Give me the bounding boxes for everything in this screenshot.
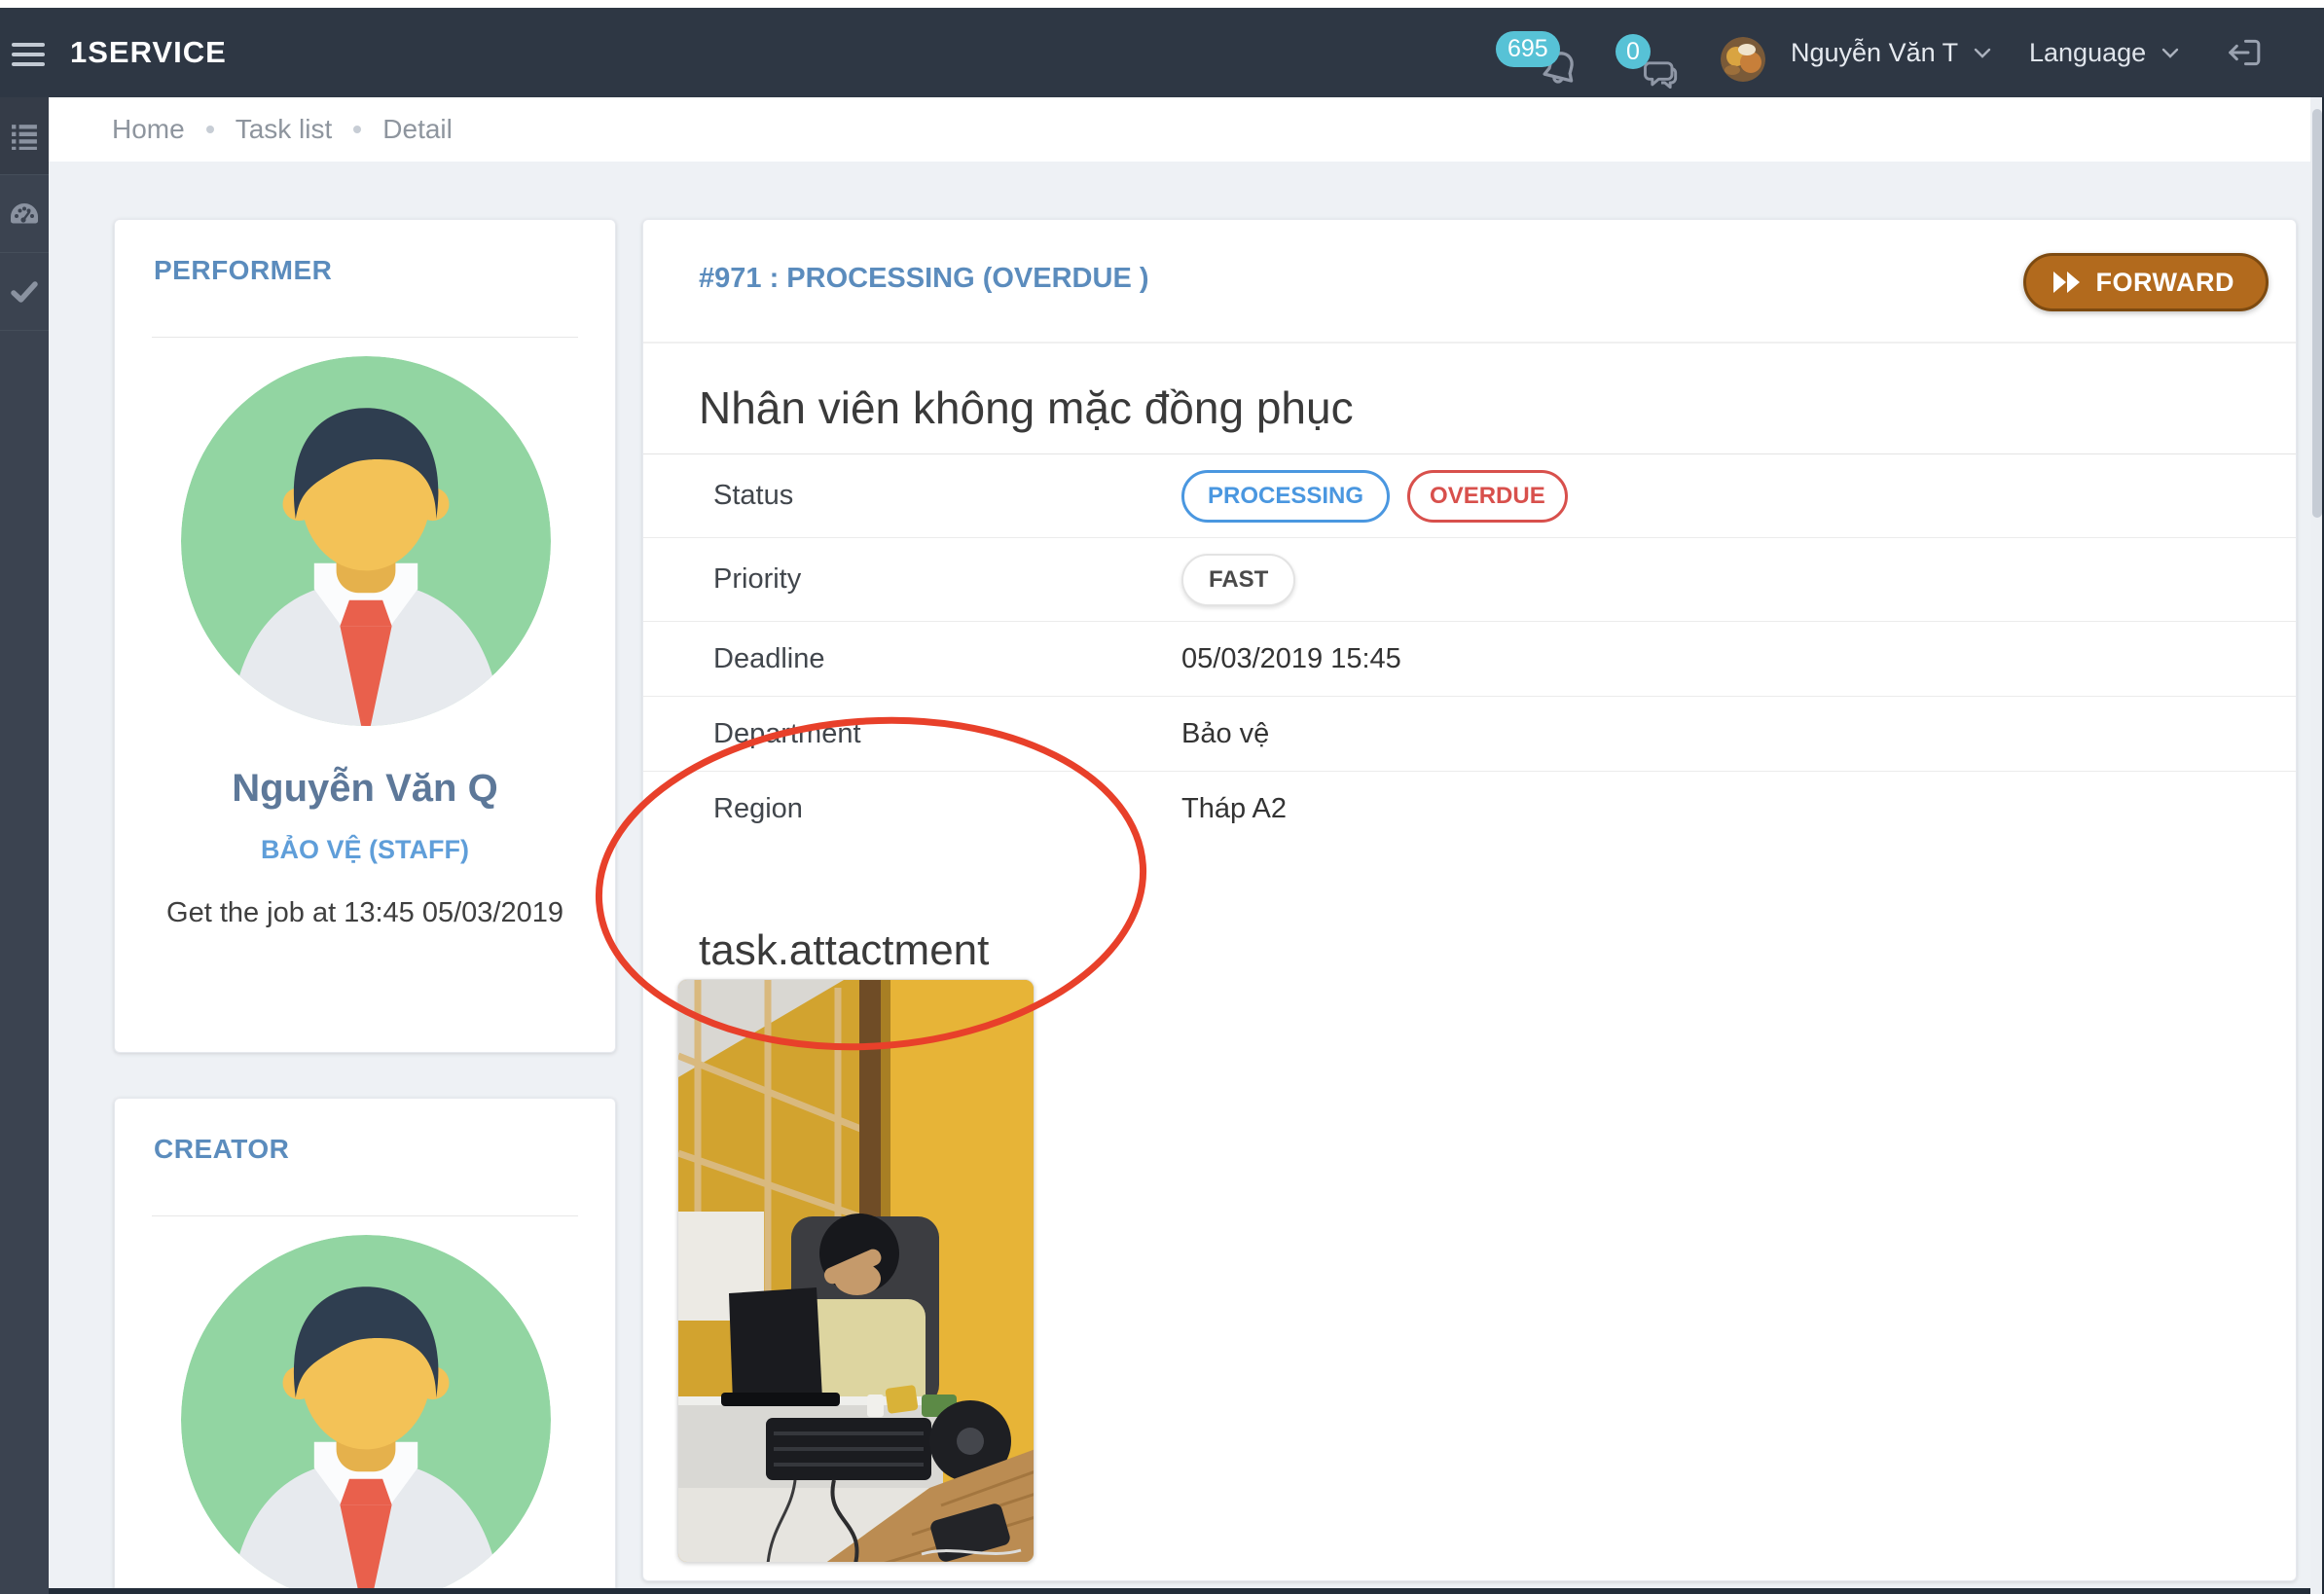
language-menu[interactable]: Language xyxy=(2029,8,2179,97)
sidebar-item-dashboard[interactable] xyxy=(0,175,49,253)
deadline-value: 05/03/2019 15:45 xyxy=(1181,643,1401,675)
performer-role: BẢO VỆ (STAFF) xyxy=(115,835,615,865)
user-name: Nguyễn Văn T xyxy=(1791,38,1958,68)
priority-badge-fast: FAST xyxy=(1181,554,1295,606)
forward-button-label: FORWARD xyxy=(2096,268,2235,298)
attachment-heading: task.attactment xyxy=(699,926,989,975)
left-sidebar xyxy=(0,97,49,1594)
task-fields-table: Status PROCESSING OVERDUE Priority FAST … xyxy=(643,453,2296,847)
user-avatar[interactable] xyxy=(1721,37,1765,82)
field-label: Priority xyxy=(643,563,1181,596)
breadcrumb-detail: Detail xyxy=(382,114,453,145)
scrollbar-thumb[interactable] xyxy=(2312,109,2322,518)
forward-button[interactable]: FORWARD xyxy=(2023,253,2270,311)
performer-card-title: PERFORMER xyxy=(154,255,332,286)
messages-count-badge[interactable]: 0 xyxy=(1616,34,1651,69)
department-value: Bảo vệ xyxy=(1181,718,1269,750)
performer-avatar xyxy=(181,356,551,726)
sidebar-item-task-list[interactable] xyxy=(0,97,49,175)
field-label: Department xyxy=(643,718,1181,750)
breadcrumb-separator xyxy=(353,126,361,133)
field-label: Status xyxy=(643,480,1181,512)
language-label: Language xyxy=(2029,38,2146,68)
task-id-status-heading: #971 : PROCESSING (OVERDUE ) xyxy=(699,263,1149,295)
app-window: 1SERVICE 695 0 Nguyễn Văn xyxy=(0,0,2324,1594)
field-row-status: Status PROCESSING OVERDUE xyxy=(643,454,2296,538)
sidebar-item-approvals[interactable] xyxy=(0,253,49,331)
app-brand[interactable]: 1SERVICE xyxy=(70,8,227,97)
task-card-header: #971 : PROCESSING (OVERDUE ) FORWARD xyxy=(643,220,2296,344)
field-row-department: Department Bảo vệ xyxy=(643,697,2296,772)
fast-forward-icon xyxy=(2052,270,2083,295)
breadcrumb-task-list[interactable]: Task list xyxy=(236,114,333,145)
user-menu[interactable]: Nguyễn Văn T xyxy=(1791,8,1991,97)
logout-icon[interactable] xyxy=(2224,33,2263,72)
dashboard-gauge-icon xyxy=(9,201,40,227)
breadcrumb-home[interactable]: Home xyxy=(112,114,185,145)
chevron-down-icon xyxy=(2161,48,2179,58)
chevron-down-icon xyxy=(1974,48,1991,58)
field-label: Deadline xyxy=(643,643,1181,675)
hamburger-menu-icon[interactable] xyxy=(12,37,56,70)
performer-card: PERFORMER Nguyễn Văn Q BẢO VỆ (STAFF) Ge… xyxy=(114,219,616,1053)
status-badge-processing: PROCESSING xyxy=(1181,470,1390,523)
creator-avatar xyxy=(181,1235,551,1594)
breadcrumb-separator xyxy=(206,126,214,133)
field-label: Region xyxy=(643,793,1181,825)
task-detail-card: #971 : PROCESSING (OVERDUE ) FORWARD Nhâ… xyxy=(642,219,2297,1581)
top-navbar: 1SERVICE 695 0 Nguyễn Văn xyxy=(0,8,2324,97)
performer-assigned-time: Get the job at 13:45 05/03/2019 xyxy=(115,897,615,929)
creator-card: CREATOR xyxy=(114,1098,616,1594)
region-value: Tháp A2 xyxy=(1181,793,1287,825)
notifications-count-badge[interactable]: 695 xyxy=(1496,31,1560,67)
divider xyxy=(152,1215,578,1216)
status-badge-overdue: OVERDUE xyxy=(1407,470,1568,523)
list-icon xyxy=(11,123,38,150)
field-row-priority: Priority FAST xyxy=(643,538,2296,622)
breadcrumb: Home Task list Detail xyxy=(49,97,2324,162)
divider xyxy=(152,337,578,338)
check-icon xyxy=(11,280,38,304)
footer-bar xyxy=(49,1588,2310,1594)
field-row-region: Region Tháp A2 xyxy=(643,772,2296,847)
task-title: Nhân viên không mặc đồng phục xyxy=(699,381,1354,434)
attachment-photo[interactable] xyxy=(677,979,1035,1563)
performer-name: Nguyễn Văn Q xyxy=(115,767,615,811)
window-top-strip xyxy=(0,0,2324,8)
creator-card-title: CREATOR xyxy=(154,1134,289,1165)
field-row-deadline: Deadline 05/03/2019 15:45 xyxy=(643,622,2296,697)
